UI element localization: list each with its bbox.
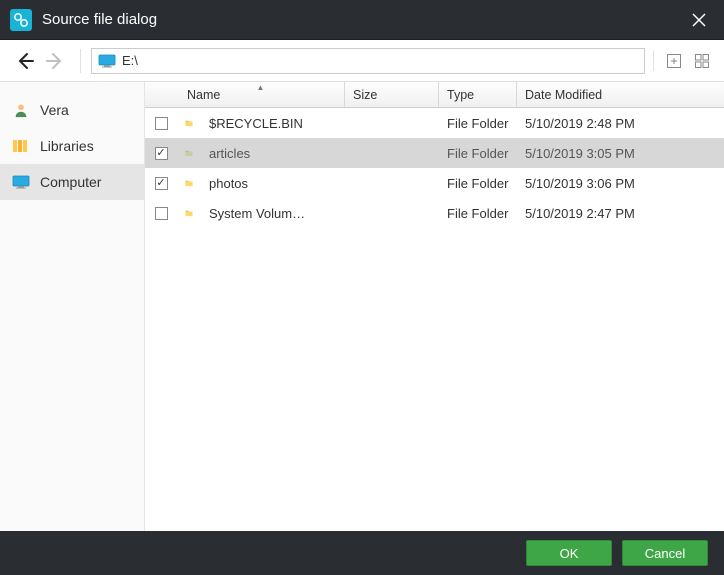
view-mode-button[interactable] [690,49,714,73]
cancel-button[interactable]: Cancel [622,540,708,566]
user-icon [12,102,30,118]
folder-icon [177,175,201,191]
plus-box-icon [666,53,682,69]
arrow-left-icon [15,51,35,71]
library-icon [12,138,30,154]
monitor-icon [98,54,116,68]
folder-icon [177,145,201,161]
sidebar-item-vera[interactable]: Vera [0,92,144,128]
sidebar-item-computer[interactable]: Computer [0,164,144,200]
toolbar: E:\ [0,40,724,82]
column-headers: Name ▲ Size Type Date Modified [145,82,724,108]
file-panel: Name ▲ Size Type Date Modified $RECYCLE.… [145,82,724,531]
row-checkbox[interactable] [155,147,168,160]
header-type[interactable]: Type [439,82,517,107]
sidebar-item-label: Libraries [40,138,94,154]
row-type: File Folder [439,116,517,131]
row-name: System Volum… [201,206,345,221]
row-date: 5/10/2019 3:06 PM [517,176,697,191]
new-folder-button[interactable] [662,49,686,73]
close-button[interactable] [684,5,714,35]
row-name: $RECYCLE.BIN [201,116,345,131]
sidebar-item-label: Vera [40,102,69,118]
dialog-frame: Source file dialog E:\ [0,0,724,575]
file-row[interactable]: photos File Folder5/10/2019 3:06 PM [145,168,724,198]
arrow-right-icon [45,51,65,71]
path-text: E:\ [122,53,138,68]
header-size[interactable]: Size [345,82,439,107]
row-name: articles [201,146,345,161]
app-icon [10,9,32,31]
monitor-icon [12,174,30,190]
dialog-footer: OK Cancel [0,531,724,575]
row-date: 5/10/2019 2:48 PM [517,116,697,131]
row-checkbox[interactable] [155,177,168,190]
row-checkbox[interactable] [155,117,168,130]
header-checkbox[interactable] [145,82,177,107]
main-area: Vera Libraries Computer Name ▲ Size Type… [0,82,724,531]
close-icon [692,13,706,27]
file-row[interactable]: $RECYCLE.BIN File Folder5/10/2019 2:48 PM [145,108,724,138]
toolbar-separator-2 [653,51,654,71]
forward-button[interactable] [40,46,70,76]
sidebar-item-label: Computer [40,174,101,190]
sidebar-item-libraries[interactable]: Libraries [0,128,144,164]
header-name[interactable]: Name ▲ [177,82,345,107]
row-date: 5/10/2019 2:47 PM [517,206,697,221]
row-type: File Folder [439,176,517,191]
row-checkbox[interactable] [155,207,168,220]
file-row[interactable]: System Volum… File Folder5/10/2019 2:47 P… [145,198,724,228]
file-rows: $RECYCLE.BINFile Folder5/10/2019 2:48 PM… [145,108,724,531]
folder-icon [177,115,201,131]
row-date: 5/10/2019 3:05 PM [517,146,697,161]
row-name: photos [201,176,345,191]
ok-button[interactable]: OK [526,540,612,566]
row-type: File Folder [439,146,517,161]
dialog-title: Source file dialog [42,11,157,28]
header-date-modified[interactable]: Date Modified [517,82,724,107]
titlebar: Source file dialog [0,0,724,40]
folder-icon [177,205,201,221]
sort-asc-icon: ▲ [257,83,265,92]
back-button[interactable] [10,46,40,76]
file-row[interactable]: articles File Folder5/10/2019 3:05 PM [145,138,724,168]
sidebar: Vera Libraries Computer [0,82,145,531]
row-type: File Folder [439,206,517,221]
path-input[interactable]: E:\ [91,48,645,74]
toolbar-separator [80,49,81,73]
grid-icon [694,53,710,69]
